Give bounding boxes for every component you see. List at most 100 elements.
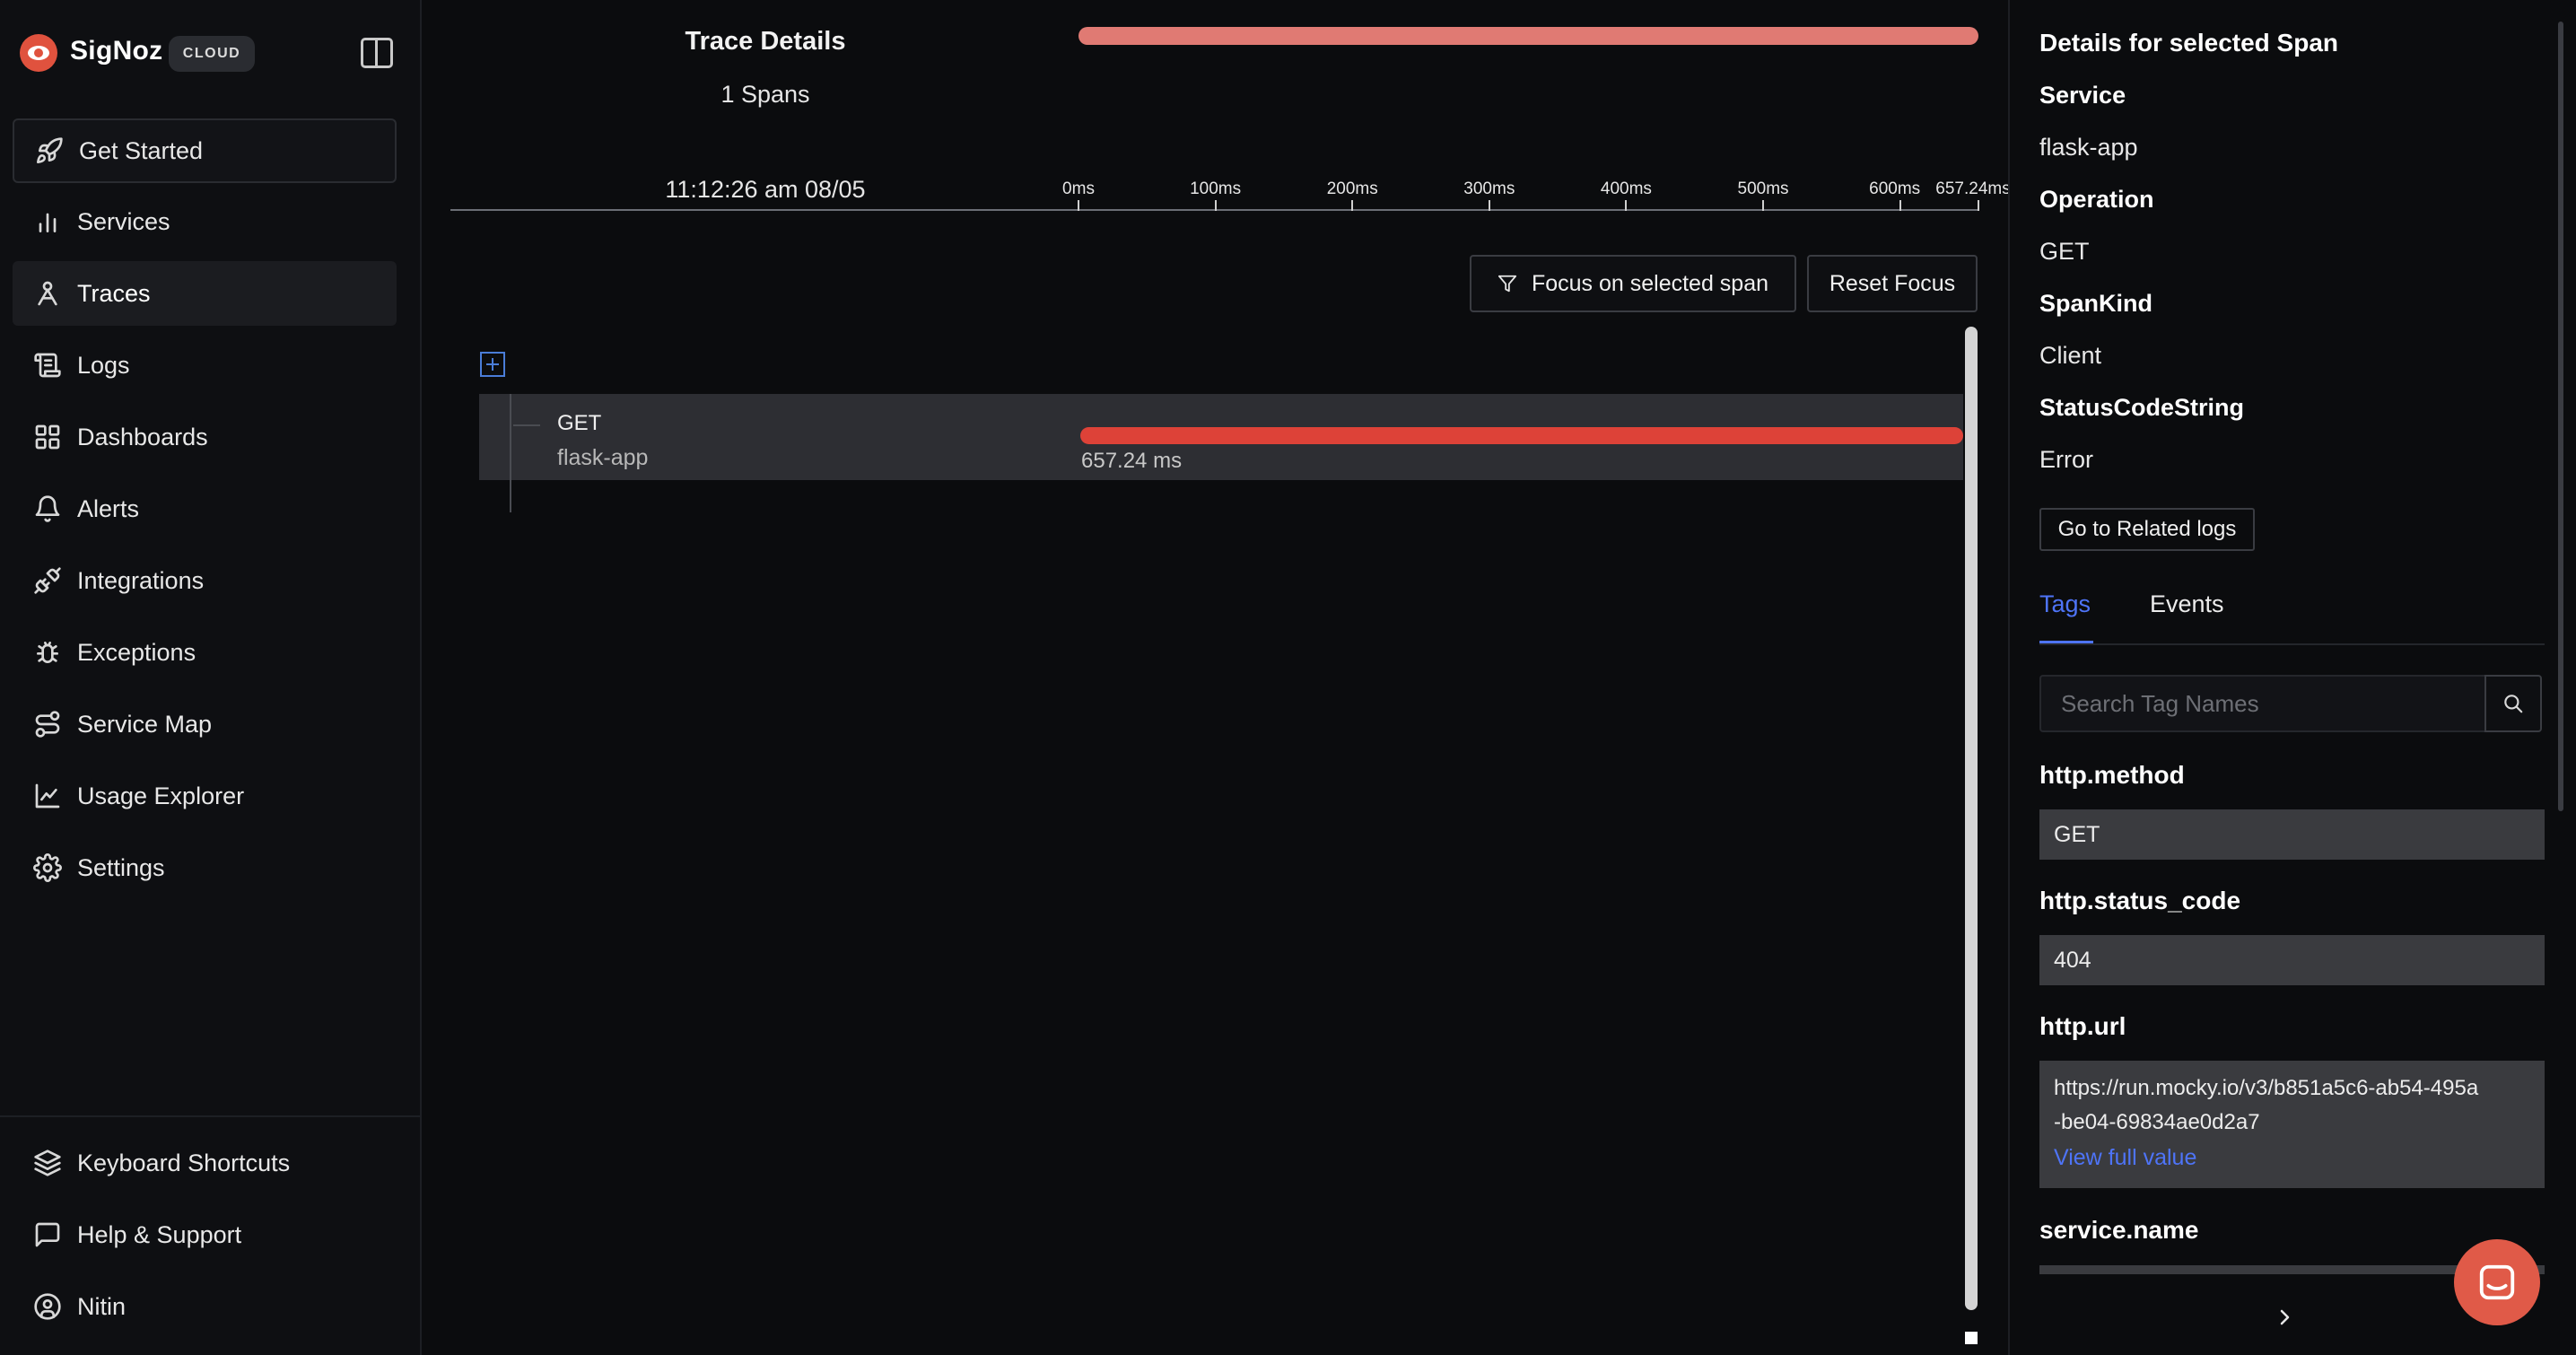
sidebar-item-label: Exceptions — [77, 638, 196, 666]
tabs-divider — [2039, 643, 2545, 645]
sidebar-item-exceptions[interactable]: Exceptions — [13, 620, 397, 685]
sidebar-item-alerts[interactable]: Alerts — [13, 476, 397, 541]
chat-support-button[interactable] — [2454, 1239, 2540, 1325]
tag-key-http-status-code: http.status_code — [2039, 887, 2241, 914]
sidebar-collapse-icon[interactable] — [361, 38, 393, 68]
spankind-value: Client — [2039, 342, 2102, 369]
timeline-tick-label: 400ms — [1600, 179, 1652, 198]
sidebar-item-dashboards[interactable]: Dashboards — [13, 405, 397, 469]
sidebar-item-label: Usage Explorer — [77, 782, 245, 809]
timeline-tick — [1351, 200, 1354, 211]
sidebar-item-label: Services — [77, 207, 170, 235]
layers-icon — [32, 1148, 63, 1178]
tag-value-http-method: GET — [2039, 809, 2545, 860]
tag-key-service-name: service.name — [2039, 1216, 2199, 1244]
sidebar-item-get-started[interactable]: Get Started — [13, 118, 397, 183]
brand-name[interactable]: SigNoz — [70, 36, 162, 66]
spankind-label: SpanKind — [2039, 290, 2152, 317]
layout-grid-icon — [32, 422, 63, 452]
trace-start-time: 11:12:26 am 08/05 — [665, 176, 866, 203]
search-icon — [2504, 695, 2523, 713]
sidebar-item-label: Get Started — [79, 136, 204, 164]
service-label: Service — [2039, 82, 2126, 109]
sidebar-item-label: Help & Support — [77, 1220, 242, 1248]
line-chart-icon — [32, 781, 63, 811]
timeline-tick-label: 657.24ms — [1935, 179, 2011, 198]
service-value: flask-app — [2039, 134, 2138, 161]
timeline-scrollbar[interactable] — [1965, 327, 1978, 1310]
span-duration-label: 657.24 ms — [1081, 449, 1183, 473]
search-tag-input[interactable] — [2039, 675, 2486, 732]
bell-icon — [32, 494, 63, 524]
chat-icon — [2479, 1264, 2515, 1300]
sidebar-item-label: Alerts — [77, 494, 140, 522]
reset-focus-button[interactable]: Reset Focus — [1807, 255, 1978, 312]
sidebar-item-traces[interactable]: Traces — [13, 261, 397, 326]
rocket-icon — [34, 136, 65, 166]
tab-events[interactable]: Events — [2150, 590, 2224, 618]
tag-key-http-url: http.url — [2039, 1012, 2126, 1040]
sidebar-item-label: Traces — [77, 279, 151, 307]
sidebar-item-keyboard-shortcuts[interactable]: Keyboard Shortcuts — [13, 1131, 397, 1195]
chevron-right-icon[interactable] — [2274, 1307, 2295, 1328]
filter-icon — [1498, 275, 1517, 293]
timeline-tick-label: 100ms — [1190, 179, 1242, 198]
span-operation[interactable]: GET — [557, 411, 601, 436]
timeline-tick-label: 300ms — [1463, 179, 1515, 198]
timeline-tick-label: 0ms — [1062, 179, 1095, 198]
sidebar-item-label: Settings — [77, 853, 165, 881]
trace-view: Trace Details 1 Spans 11:12:26 am 08/05 … — [424, 0, 2011, 1355]
span-duration-bar[interactable] — [1080, 427, 1963, 444]
sidebar-item-integrations[interactable]: Integrations — [13, 548, 397, 613]
message-square-icon — [32, 1220, 63, 1250]
tag-value-http-status-code: 404 — [2039, 935, 2545, 985]
sidebar-item-label: Logs — [77, 351, 130, 379]
scroll-text-icon — [32, 350, 63, 380]
tree-connector — [510, 394, 511, 512]
timeline-tick-label: 600ms — [1869, 179, 1921, 198]
details-scrollbar[interactable] — [2558, 22, 2563, 811]
tree-connector — [513, 424, 540, 426]
sidebar-divider — [0, 1115, 422, 1117]
timeline-tick — [1899, 200, 1901, 211]
search-button[interactable] — [2484, 675, 2542, 732]
tag-value-line: https://run.mocky.io/v3/b851a5c6-ab54-49… — [2054, 1076, 2479, 1100]
sidebar-item-label: Dashboards — [77, 423, 208, 450]
bug-icon — [32, 637, 63, 668]
sidebar-item-settings[interactable]: Settings — [13, 835, 397, 900]
signoz-logo-icon[interactable] — [20, 34, 57, 72]
plug-icon — [32, 565, 63, 596]
tag-value-http-url: https://run.mocky.io/v3/b851a5c6-ab54-49… — [2039, 1061, 2545, 1188]
bar-chart-icon — [32, 206, 63, 237]
sidebar-item-service-map[interactable]: Service Map — [13, 692, 397, 756]
focus-selected-span-button[interactable]: Focus on selected span — [1470, 255, 1796, 312]
sidebar-item-user[interactable]: Nitin — [13, 1274, 397, 1339]
timeline-tick — [1488, 200, 1490, 211]
gear-icon — [32, 852, 63, 883]
cloud-badge: CLOUD — [169, 36, 255, 72]
trace-title: Trace Details — [685, 27, 846, 56]
timeline-tick-label: 200ms — [1326, 179, 1378, 198]
trace-span-count: 1 Spans — [720, 81, 810, 108]
view-full-value-link[interactable]: View full value — [2054, 1145, 2530, 1171]
sidebar-item-logs[interactable]: Logs — [13, 333, 397, 398]
tag-key-http-method: http.method — [2039, 761, 2185, 789]
operation-label: Operation — [2039, 186, 2154, 213]
timeline-tick — [1978, 200, 1979, 211]
timeline-tick — [1762, 200, 1765, 211]
route-icon — [32, 278, 63, 309]
sidebar-item-help-support[interactable]: Help & Support — [13, 1202, 397, 1267]
sidebar: SigNoz CLOUD Get Started Services Traces… — [0, 0, 422, 1355]
status-code-label: StatusCodeString — [2039, 394, 2245, 421]
scroll-corner — [1965, 1332, 1978, 1344]
sidebar-item-label: Integrations — [77, 566, 205, 594]
sidebar-item-label: Keyboard Shortcuts — [77, 1149, 291, 1176]
tab-tags[interactable]: Tags — [2039, 590, 2091, 618]
sidebar-item-usage-explorer[interactable]: Usage Explorer — [13, 764, 397, 828]
expand-all-icon[interactable] — [480, 352, 505, 377]
route-map-icon — [32, 709, 63, 739]
go-to-related-logs-button[interactable]: Go to Related logs — [2039, 508, 2255, 551]
sidebar-item-services[interactable]: Services — [13, 189, 397, 254]
timeline-tick — [1214, 200, 1217, 211]
span-service[interactable]: flask-app — [557, 445, 648, 471]
